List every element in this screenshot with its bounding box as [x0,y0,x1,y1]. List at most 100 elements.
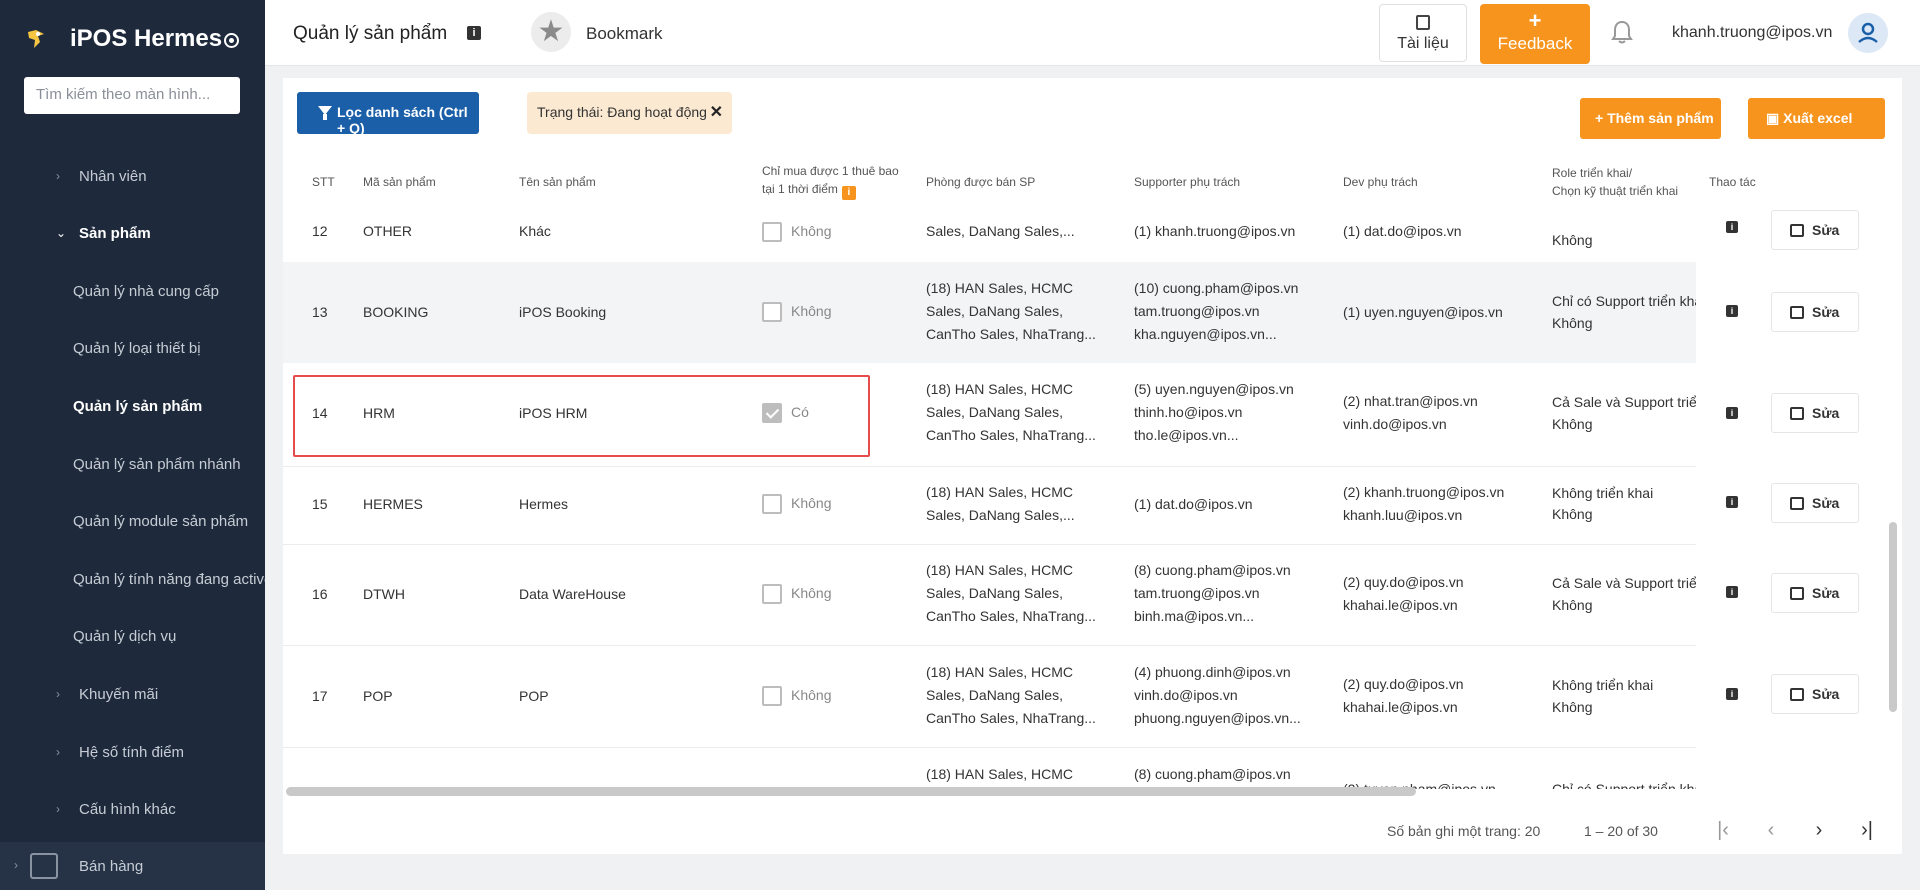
feedback-button[interactable]: + Feedback [1480,4,1590,64]
info-icon[interactable]: i [1726,221,1738,233]
table-row[interactable]: 15 HERMES Hermes Không (18) HAN Sales, H… [283,466,1696,544]
next-page-icon[interactable]: › [1805,816,1833,844]
sidebar-item-tinh-nang-active[interactable]: Quản lý tính năng đang active [0,560,265,600]
cell-stt: 15 [312,496,328,512]
file-icon: ▣ [1766,110,1784,126]
cell-room-line: Sales, DaNang Sales, [926,404,1063,420]
sidebar-item-ban-hang[interactable]: › Bán hàng [0,842,265,890]
edit-button[interactable]: Sửa [1771,393,1859,433]
cell-room-line: Sales, DaNang Sales, [926,303,1063,319]
edit-label: Sửa [1812,495,1840,511]
table-row[interactable]: 17 POP POP Không (18) HAN Sales, HCMC Sa… [283,645,1696,747]
cell-room-line: CanTho Sales, NhaTrang... [926,608,1096,624]
edit-button[interactable]: Sửa [1771,573,1859,613]
single-subscription-checkbox[interactable] [762,584,782,604]
column-header-role-line1: Role triển khai/ [1552,166,1633,180]
info-icon[interactable]: i [1726,688,1738,700]
first-page-icon[interactable]: |‹ [1709,816,1737,844]
sidebar: iPOS Hermes Tìm kiếm theo màn hình... › … [0,0,265,890]
bookmark-label[interactable]: Bookmark [586,24,663,44]
sidebar-item-label: Quản lý dịch vụ [73,628,177,645]
previous-page-icon[interactable]: ‹ [1757,816,1785,844]
page-size-label[interactable]: Số bản ghi một trang: 20 [1387,823,1540,839]
edit-button[interactable]: Sửa [1771,674,1859,714]
add-product-button[interactable]: + Thêm sản phẩm [1580,98,1721,139]
filter-list-button[interactable]: Lọc danh sách (Ctrl + Q) [297,92,479,136]
cell-role-line: Không triển khai [1552,677,1654,693]
chevron-down-icon: ⌄ [56,226,67,240]
sidebar-item-quan-ly-san-pham[interactable]: Quản lý sản phẩm [0,387,265,427]
cell-supporter-line: (10) cuong.pham@ipos.vn [1134,280,1299,296]
column-header-room: Phòng được bán SP [926,175,1036,189]
chevron-right-icon: › [56,169,60,183]
info-icon[interactable]: i [1726,586,1738,598]
info-badge-icon[interactable]: i [841,186,856,200]
single-subscription-checkbox[interactable] [762,222,782,242]
checkbox-label: Không [791,223,832,239]
table-row[interactable]: 13 BOOKING iPOS Booking Không (18) HAN S… [283,262,1696,363]
close-icon[interactable]: ✕ [710,102,723,122]
sidebar-item-san-pham-nhanh[interactable]: Quản lý sản phẩm nhánh [0,445,265,485]
user-avatar-icon[interactable] [1848,13,1888,53]
sidebar-item-dich-vu[interactable]: Quản lý dịch vụ [0,617,265,657]
user-email[interactable]: khanh.truong@ipos.vn [1672,24,1832,42]
sidebar-item-label: Quản lý sản phẩm nhánh [73,456,241,473]
cell-dev-line: khahai.le@ipos.vn [1343,597,1458,613]
bell-icon[interactable] [1611,20,1633,44]
cell-name: Khác [519,223,551,239]
info-icon[interactable]: i [1726,496,1738,508]
cell-supporter-line: kha.nguyen@ipos.vn... [1134,326,1277,342]
bookmark-star-icon[interactable]: ★ [531,12,571,52]
edit-icon [1790,497,1804,510]
sidebar-item-nha-cung-cap[interactable]: Quản lý nhà cung cấp [0,272,265,312]
table-row[interactable]: 16 DTWH Data WareHouse Không (18) HAN Sa… [283,544,1696,645]
sidebar-item-khuyen-mai[interactable]: › Khuyến mãi [0,675,265,715]
column-header-name: Tên sản phẩm [519,175,596,189]
column-header-single-line2: tại 1 thời điểm [762,182,838,196]
sidebar-item-cau-hinh-khac[interactable]: › Cấu hình khác [0,790,265,830]
sidebar-item-san-pham[interactable]: ⌄ Sản phẩm [0,214,265,254]
sidebar-search-input[interactable]: Tìm kiếm theo màn hình... [24,77,240,114]
edit-label: Sửa [1812,304,1840,320]
cell-stt: 16 [312,586,328,602]
docs-button[interactable]: Tài liệu [1379,4,1467,62]
cell-room-line: (18) HAN Sales, HCMC [926,766,1074,782]
cell-supporter-line: vinh.do@ipos.vn [1134,687,1238,703]
single-subscription-checkbox[interactable] [762,302,782,322]
export-excel-button[interactable]: ▣ Xuất excel [1748,98,1885,139]
status-chip-label: Trạng thái: Đang hoạt động [537,104,707,120]
sidebar-item-loai-thiet-bi[interactable]: Quản lý loại thiết bị [0,329,265,369]
vertical-scrollbar[interactable] [1889,522,1897,712]
column-header-single-line1: Chỉ mua được 1 thuê bao [762,164,899,178]
info-icon[interactable]: i [467,26,481,40]
sidebar-item-module-san-pham[interactable]: Quản lý module sản phẩm [0,502,265,542]
cell-role-line: Không [1552,506,1593,522]
edit-icon [1790,407,1804,420]
cell-supporter-line: tho.le@ipos.vn... [1134,427,1239,443]
page-range: 1 – 20 of 30 [1584,823,1658,839]
cell-supporter-line: tam.truong@ipos.vn [1134,303,1260,319]
edit-button[interactable]: Sửa [1771,292,1859,332]
cell-role-line: Cả Sale và Support triển [1552,575,1696,591]
feedback-label: Feedback [1497,34,1573,53]
single-subscription-checkbox[interactable] [762,686,782,706]
cell-dev-line: (2) quy.do@ipos.vn [1343,676,1464,692]
table-row[interactable]: 12 OTHER Khác Không Sales, DaNang Sales,… [283,202,1696,258]
sidebar-item-he-so-tinh-diem[interactable]: › Hệ số tính điểm [0,733,265,773]
cell-supporter-line: phuong.nguyen@ipos.vn... [1134,710,1301,726]
cell-role-line: Không [1552,416,1593,432]
single-subscription-checkbox[interactable] [762,494,782,514]
toolbar: Lọc danh sách (Ctrl + Q) Trạng thái: Đan… [283,78,1902,150]
cell-dev-line: khanh.luu@ipos.vn [1343,507,1463,523]
radio-icon[interactable] [224,33,239,48]
cell-role-line: Không [1552,597,1593,613]
last-page-icon[interactable]: ›| [1853,816,1881,844]
sidebar-item-nhan-vien[interactable]: › Nhân viên [0,157,265,197]
edit-button[interactable]: Sửa [1771,483,1859,523]
edit-button[interactable]: Sửa [1771,210,1859,250]
info-icon[interactable]: i [1726,305,1738,317]
cell-supporter: (1) khanh.truong@ipos.vn [1134,223,1296,239]
cell-supporter-line: (1) dat.do@ipos.vn [1134,496,1253,512]
horizontal-scrollbar[interactable] [286,787,1416,796]
info-icon[interactable]: i [1726,407,1738,419]
